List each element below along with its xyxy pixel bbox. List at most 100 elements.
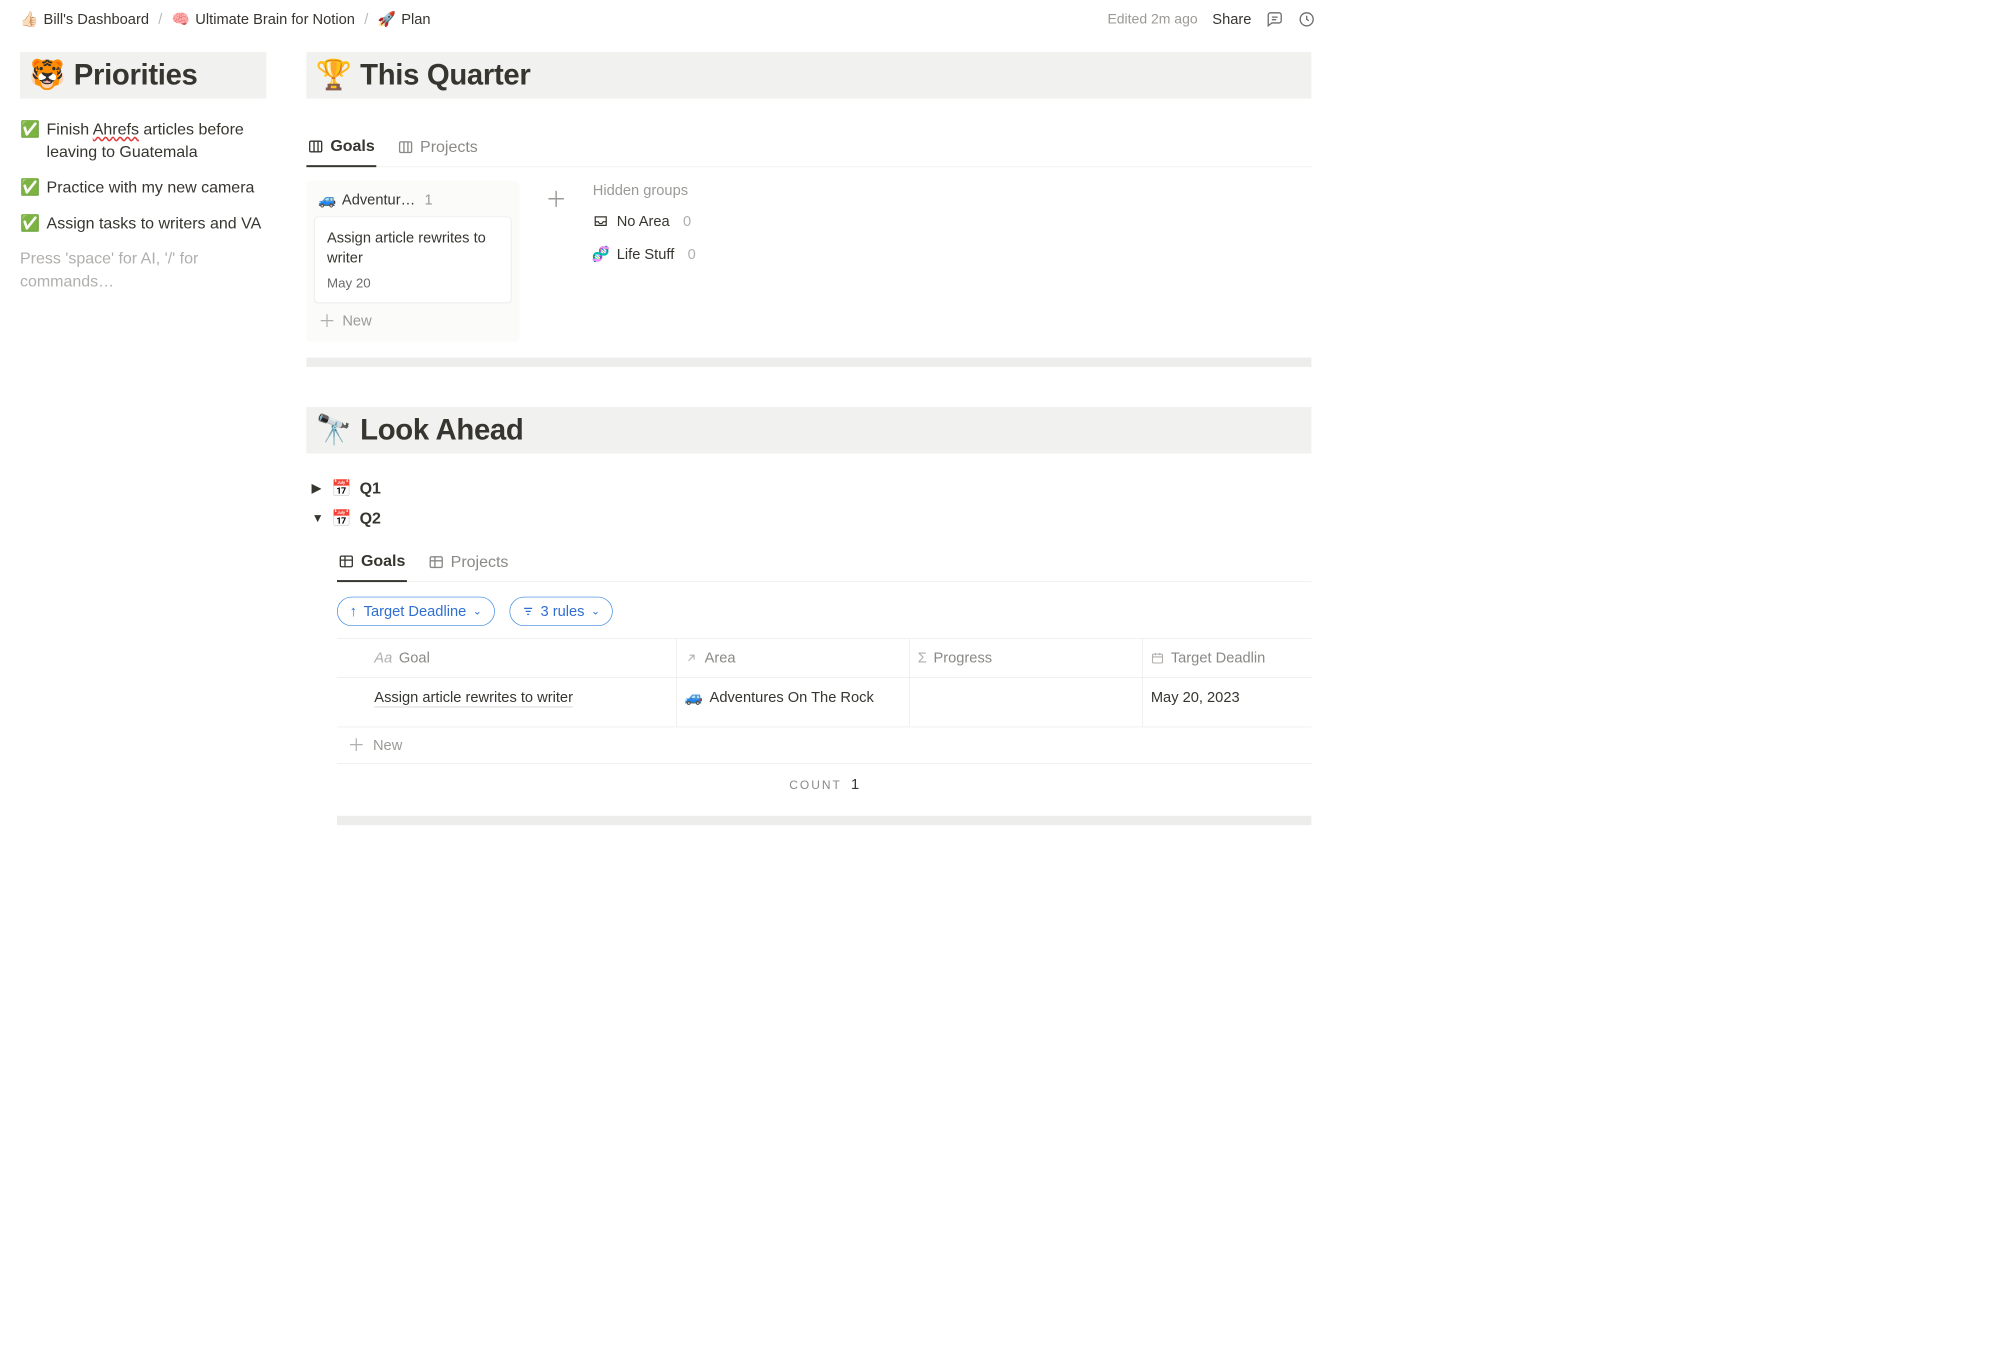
tab-goals[interactable]: Goals [306, 132, 376, 167]
plus-icon: ＋ [348, 737, 365, 754]
card-date: May 20 [327, 277, 499, 292]
hidden-group-count: 0 [688, 246, 696, 263]
new-label: New [373, 737, 402, 754]
rocket-icon: 🚀 [378, 11, 396, 28]
cell-progress[interactable] [910, 678, 1143, 727]
header-label: Target Deadlin [1171, 650, 1265, 667]
cell-text: Adventures On The Rock [710, 689, 874, 706]
count-label: COUNT [789, 779, 841, 792]
trophy-icon: 🏆 [316, 61, 352, 90]
sort-label: Target Deadline [364, 603, 467, 620]
triangle-right-icon: ▶ [312, 482, 324, 496]
hidden-group-no-area[interactable]: No Area 0 [593, 212, 696, 229]
priority-text: Finish Ahrefs articles before leaving to… [47, 119, 267, 164]
arrow-up-icon: ↑ [350, 603, 357, 620]
plus-icon: ＋ [318, 313, 335, 330]
priority-item[interactable]: ✅ Finish Ahrefs articles before leaving … [20, 119, 266, 164]
priority-text: Assign tasks to writers and VA [47, 212, 262, 234]
look-ahead-tabs: Goals Projects [337, 547, 1311, 582]
column-header-deadline[interactable]: Target Deadlin [1143, 639, 1311, 678]
table-row[interactable]: Assign article rewrites to writer 🚙 Adve… [337, 678, 1311, 727]
brain-icon: 🧠 [172, 11, 190, 28]
page-body: 🐯 Priorities ✅ Finish Ahrefs articles be… [0, 39, 1331, 852]
calendar-icon: 📅 [332, 479, 352, 498]
cell-area[interactable]: 🚙 Adventures On The Rock [677, 678, 910, 727]
breadcrumb-separator: / [157, 11, 164, 28]
priority-item[interactable]: ✅ Assign tasks to writers and VA [20, 212, 266, 234]
calendar-icon: 📅 [332, 509, 352, 528]
toggle-q1[interactable]: ▶ 📅 Q1 [306, 474, 1311, 504]
board-column-count: 1 [425, 191, 433, 208]
table-new-button[interactable]: ＋ New [337, 728, 1311, 765]
breadcrumb-ultimate-brain[interactable]: 🧠 Ultimate Brain for Notion [168, 8, 359, 31]
toggle-label: Q1 [360, 479, 381, 498]
priorities-header: 🐯 Priorities [20, 52, 266, 99]
topbar: 👍🏻 Bill's Dashboard / 🧠 Ultimate Brain f… [0, 0, 1331, 39]
empty-block-hint[interactable]: Press 'space' for AI, '/' for commands… [20, 248, 266, 293]
this-quarter-tabs: Goals Projects [306, 132, 1311, 167]
board-new-button[interactable]: ＋ New [314, 303, 511, 334]
count-value: 1 [851, 776, 859, 793]
breadcrumb-separator: / [363, 11, 370, 28]
calendar-icon [1151, 652, 1164, 665]
telescope-icon: 🔭 [316, 416, 352, 445]
header-label: Area [705, 650, 736, 667]
breadcrumb-label: Ultimate Brain for Notion [195, 11, 355, 28]
comments-icon[interactable] [1266, 11, 1283, 28]
this-quarter-title: This Quarter [360, 59, 530, 92]
truck-icon: 🚙 [685, 689, 703, 706]
column-header-progress[interactable]: Σ Progress [910, 639, 1143, 678]
priorities-title: Priorities [74, 59, 198, 92]
hidden-group-label: Life Stuff [617, 246, 675, 263]
tab-projects[interactable]: Projects [396, 133, 479, 166]
tiger-icon: 🐯 [29, 61, 65, 90]
column-header-area[interactable]: Area [677, 639, 910, 678]
table-icon [428, 554, 444, 570]
board-icon [397, 139, 413, 155]
toggle-label: Q2 [360, 509, 381, 528]
chevron-down-icon: ⌄ [591, 605, 600, 618]
breadcrumb-plan[interactable]: 🚀 Plan [374, 8, 435, 31]
breadcrumb-label: Plan [401, 11, 430, 28]
truck-icon: 🚙 [318, 191, 336, 208]
share-button[interactable]: Share [1212, 11, 1251, 28]
cell-text: May 20, 2023 [1151, 689, 1240, 706]
thumbs-up-icon: 👍🏻 [20, 11, 38, 28]
hidden-groups-title: Hidden groups [593, 182, 696, 199]
tab-projects[interactable]: Projects [427, 547, 510, 582]
text-type-icon: Aa [374, 650, 392, 667]
filter-icon [522, 606, 534, 618]
table-count: COUNT 1 [337, 764, 1311, 800]
filter-chip[interactable]: 3 rules ⌄ [509, 597, 613, 626]
history-icon[interactable] [1298, 11, 1315, 28]
check-icon: ✅ [20, 119, 40, 141]
toggle-q2[interactable]: ▼ 📅 Q2 [306, 504, 1311, 534]
view-chips: ↑ Target Deadline ⌄ 3 rules ⌄ [337, 597, 1311, 626]
sort-chip[interactable]: ↑ Target Deadline ⌄ [337, 597, 495, 626]
add-column-button[interactable]: ＋ [539, 182, 572, 215]
board-icon [308, 139, 324, 155]
chevron-down-icon: ⌄ [473, 605, 482, 618]
cell-goal[interactable]: Assign article rewrites to writer [337, 678, 677, 727]
tab-label: Goals [330, 137, 374, 156]
hidden-group-label: No Area [617, 212, 670, 229]
breadcrumb-dashboard[interactable]: 👍🏻 Bill's Dashboard [16, 8, 153, 31]
card-title: Assign article rewrites to writer [327, 228, 499, 268]
triangle-down-icon: ▼ [312, 512, 324, 526]
priority-item[interactable]: ✅ Practice with my new camera [20, 177, 266, 199]
edited-time: Edited 2m ago [1107, 11, 1197, 27]
tab-label: Projects [420, 138, 478, 157]
this-quarter-header: 🏆 This Quarter [306, 52, 1311, 99]
cell-deadline[interactable]: May 20, 2023 [1143, 678, 1311, 727]
column-header-goal[interactable]: Aa Goal [337, 639, 677, 678]
check-icon: ✅ [20, 177, 40, 199]
filter-label: 3 rules [540, 603, 584, 620]
relation-icon [685, 652, 698, 665]
hidden-group-life-stuff[interactable]: 🧬 Life Stuff 0 [593, 246, 696, 263]
board-column-header[interactable]: 🚙 Adventur… 1 [314, 188, 511, 216]
board-card[interactable]: Assign article rewrites to writer May 20 [314, 216, 511, 303]
horizontal-scrollbar[interactable] [337, 816, 1311, 825]
horizontal-scrollbar[interactable] [306, 358, 1311, 367]
tab-goals[interactable]: Goals [337, 547, 407, 582]
main-column: 🏆 This Quarter Goals Projects [306, 52, 1311, 825]
